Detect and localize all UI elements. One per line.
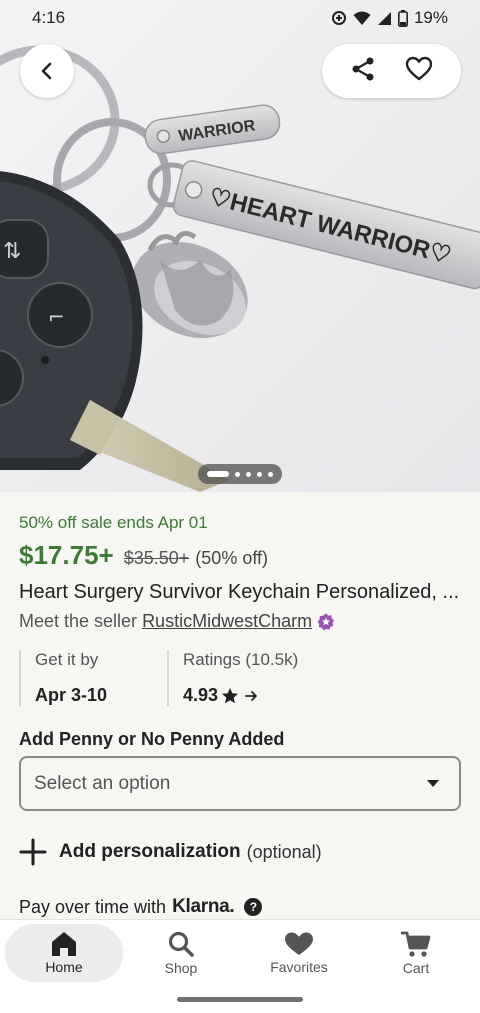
carousel-dot-active bbox=[207, 471, 229, 477]
home-icon bbox=[52, 932, 76, 956]
status-icons: 19% bbox=[331, 8, 448, 28]
delivery-label: Get it by bbox=[35, 650, 99, 669]
carousel-indicator[interactable] bbox=[198, 464, 282, 484]
nav-favorites[interactable]: Favorites bbox=[240, 924, 358, 982]
carousel-dot bbox=[257, 471, 262, 477]
discount-percent: (50% off) bbox=[195, 548, 268, 568]
heart-outline-icon bbox=[405, 56, 432, 80]
variation-label: Add Penny or No Penny Added bbox=[19, 729, 285, 749]
nav-home[interactable]: Home bbox=[5, 924, 123, 982]
dropdown-caret-icon bbox=[427, 779, 439, 787]
svg-text:⇅: ⇅ bbox=[3, 239, 21, 264]
share-icon bbox=[352, 57, 374, 80]
favorite-button[interactable] bbox=[405, 56, 433, 87]
carousel-dot bbox=[246, 471, 251, 477]
nav-cart-label: Cart bbox=[402, 960, 430, 976]
price-row: $17.75+ $35.50+ (50% off) bbox=[19, 540, 268, 571]
add-personalization-button[interactable]: Add personalization (optional) bbox=[19, 838, 322, 866]
seller-link[interactable]: RusticMidwestCharm bbox=[142, 611, 312, 632]
status-bar: 4:16 19% bbox=[0, 0, 480, 36]
share-button[interactable] bbox=[350, 56, 376, 87]
ratings-value: 4.93 bbox=[183, 685, 219, 705]
delivery-value: Apr 3-10 bbox=[35, 685, 108, 705]
product-details: 50% off sale ends Apr 01 $17.75+ $35.50+… bbox=[0, 492, 480, 920]
ratings-value-row: 4.93 bbox=[183, 685, 298, 706]
battery-icon bbox=[397, 9, 408, 27]
carousel-dot bbox=[268, 471, 273, 477]
gesture-home-indicator[interactable] bbox=[177, 997, 303, 1002]
delivery-ratings-row: Get it by Apr 3-10 Ratings (10.5k) 4.93 bbox=[19, 650, 461, 706]
variation-placeholder: Select an option bbox=[34, 772, 171, 794]
chevron-left-icon bbox=[41, 62, 52, 80]
nav-home-label: Home bbox=[45, 959, 83, 975]
product-title[interactable]: Heart Surgery Survivor Keychain Personal… bbox=[19, 581, 464, 604]
bottom-nav: Home Shop Favorites Cart bbox=[0, 919, 480, 1013]
cell-signal-icon bbox=[377, 11, 391, 25]
ratings-label: Ratings (10.5k) bbox=[183, 650, 299, 669]
wifi-icon bbox=[353, 11, 371, 25]
delivery-estimate[interactable]: Get it by Apr 3-10 bbox=[19, 650, 167, 706]
seller-prefix: Meet the seller bbox=[19, 611, 138, 631]
nav-shop-label: Shop bbox=[164, 960, 198, 976]
nav-shop[interactable]: Shop bbox=[122, 924, 240, 982]
seller-row: Meet the seller RusticMidwestCharm bbox=[19, 611, 335, 632]
sale-banner: 50% off sale ends Apr 01 bbox=[19, 513, 208, 532]
help-icon[interactable]: ? bbox=[244, 898, 263, 916]
data-saver-icon bbox=[331, 11, 346, 25]
back-button[interactable] bbox=[20, 44, 74, 98]
personalization-optional: (optional) bbox=[246, 841, 322, 862]
battery-percent: 19% bbox=[413, 8, 448, 27]
klarna-row[interactable]: Pay over time with Klarna. ? bbox=[19, 896, 263, 918]
ratings-summary[interactable]: Ratings (10.5k) 4.93 bbox=[167, 650, 298, 706]
star-icon bbox=[222, 687, 239, 703]
klarna-prefix: Pay over time with bbox=[19, 896, 167, 917]
klarna-logo: Klarna. bbox=[172, 896, 235, 917]
nav-favorites-label: Favorites bbox=[270, 959, 328, 975]
personalization-label: Add personalization bbox=[59, 841, 241, 862]
product-image-carousel[interactable]: WARRIOR ♡HEART WARRIOR♡ ⇅ ⌐ bbox=[0, 0, 480, 492]
variation-select[interactable]: Select an option bbox=[19, 756, 461, 811]
search-icon bbox=[168, 931, 194, 957]
heart-icon bbox=[285, 932, 313, 955]
svg-text:⌐: ⌐ bbox=[48, 305, 65, 329]
share-favorite-pill bbox=[322, 44, 461, 98]
star-seller-badge-icon bbox=[317, 613, 335, 630]
original-price: $35.50+ bbox=[123, 548, 190, 568]
nav-cart[interactable]: Cart bbox=[357, 924, 475, 982]
plus-icon bbox=[19, 838, 47, 866]
carousel-dot bbox=[235, 471, 240, 477]
cart-icon bbox=[401, 931, 431, 957]
sale-price: $17.75+ bbox=[19, 540, 114, 570]
status-time: 4:16 bbox=[32, 8, 66, 27]
arrow-right-icon bbox=[245, 690, 257, 701]
